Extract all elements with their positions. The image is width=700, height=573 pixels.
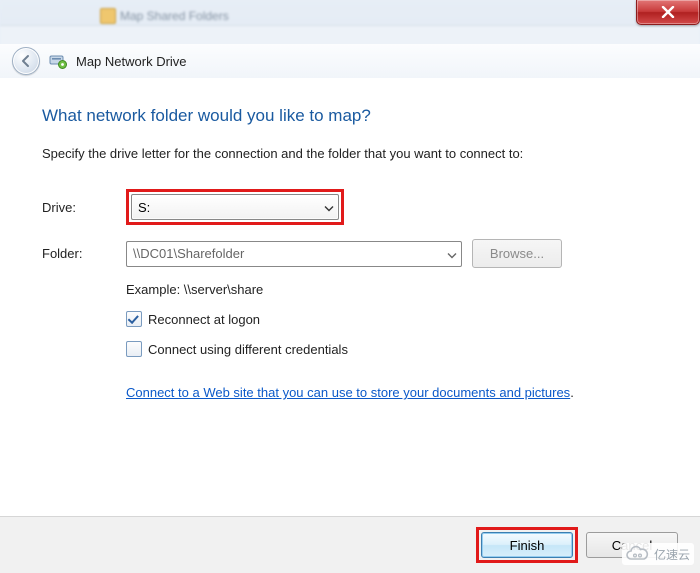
folder-label: Folder: bbox=[42, 246, 126, 261]
chevron-down-icon bbox=[447, 246, 457, 261]
credentials-row: Connect using different credentials bbox=[126, 341, 658, 357]
back-button[interactable] bbox=[12, 47, 40, 75]
wizard-header: Map Network Drive bbox=[0, 44, 700, 79]
finish-button[interactable]: Finish bbox=[481, 532, 573, 558]
page-heading: What network folder would you like to ma… bbox=[42, 106, 658, 126]
folder-combobox[interactable]: \\DC01\Sharefolder bbox=[126, 241, 462, 267]
chevron-down-icon bbox=[324, 200, 334, 215]
drive-value: S: bbox=[138, 200, 150, 215]
close-button[interactable] bbox=[636, 0, 700, 25]
watermark: 亿速云 bbox=[622, 543, 694, 565]
browse-label: Browse... bbox=[490, 246, 544, 261]
drive-row: Drive: S: bbox=[42, 189, 658, 225]
drive-label: Drive: bbox=[42, 200, 126, 215]
example-text: Example: \\server\share bbox=[126, 282, 658, 297]
credentials-checkbox[interactable] bbox=[126, 341, 142, 357]
close-icon bbox=[661, 6, 675, 18]
drive-dropdown[interactable]: S: bbox=[131, 194, 339, 220]
instruction-text: Specify the drive letter for the connect… bbox=[42, 146, 658, 161]
wizard-title: Map Network Drive bbox=[76, 54, 187, 69]
reconnect-label: Reconnect at logon bbox=[148, 312, 260, 327]
reconnect-row: Reconnect at logon bbox=[126, 311, 658, 327]
cloud-icon bbox=[624, 545, 650, 563]
browse-button[interactable]: Browse... bbox=[472, 239, 562, 268]
network-drive-icon bbox=[48, 51, 68, 71]
reconnect-checkbox[interactable] bbox=[126, 311, 142, 327]
credentials-label: Connect using different credentials bbox=[148, 342, 348, 357]
web-storage-link-text: Connect to a Web site that you can use t… bbox=[126, 385, 570, 400]
folder-row: Folder: \\DC01\Sharefolder Browse... bbox=[42, 239, 658, 268]
wizard-body: What network folder would you like to ma… bbox=[0, 78, 700, 517]
watermark-text: 亿速云 bbox=[654, 546, 690, 563]
wizard-footer: Finish Cancel bbox=[0, 516, 700, 573]
background-window-blur: Map Shared Folders bbox=[0, 0, 700, 45]
highlight-finish: Finish bbox=[476, 527, 578, 563]
highlight-drive: S: bbox=[126, 189, 344, 225]
arrow-left-icon bbox=[19, 54, 33, 68]
folder-value: \\DC01\Sharefolder bbox=[133, 246, 244, 261]
finish-label: Finish bbox=[510, 538, 545, 553]
web-storage-link[interactable]: Connect to a Web site that you can use t… bbox=[126, 385, 570, 400]
